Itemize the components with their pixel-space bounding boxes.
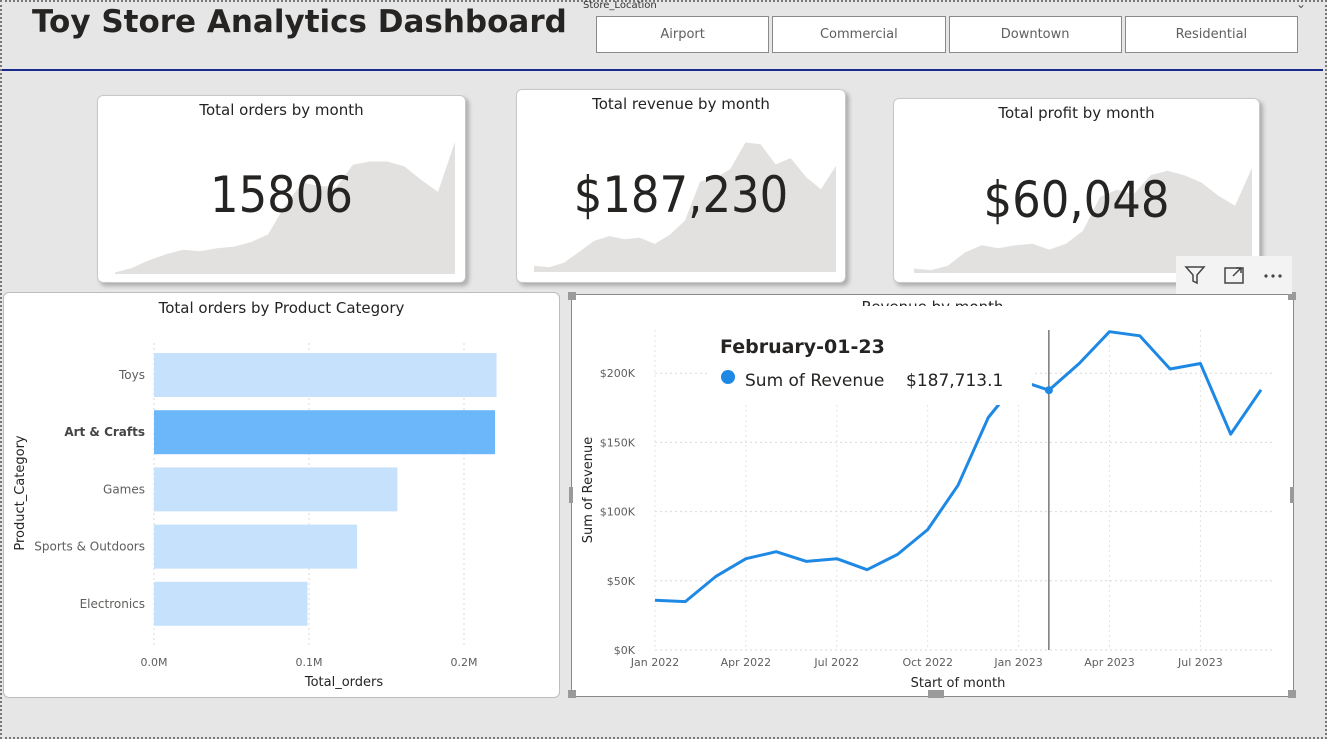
tooltip-value: $187,713.1 bbox=[906, 371, 1003, 391]
kpi-value: $187,230 bbox=[573, 166, 789, 224]
page-title: Toy Store Analytics Dashboard bbox=[32, 4, 567, 40]
y-tick-label: Electronics bbox=[80, 597, 145, 611]
line-chart: $0K$50K$100K$150K$200KJan 2022 Apr 2022 Ju… bbox=[581, 325, 1272, 691]
focus-mode-icon[interactable] bbox=[1215, 256, 1254, 294]
y-tick-label: $200K bbox=[600, 367, 636, 380]
y-tick-label: Art & Crafts bbox=[64, 425, 145, 439]
x-tick-label: Jul 2023 bbox=[1177, 656, 1223, 669]
title-divider bbox=[2, 69, 1323, 71]
y-tick-label: Toys bbox=[118, 368, 145, 382]
bar bbox=[154, 410, 495, 455]
data-point bbox=[1044, 386, 1053, 395]
chevron-down-icon[interactable]: ⌄ bbox=[1296, 0, 1306, 11]
x-tick-label: Apr 2022 bbox=[721, 656, 772, 669]
tooltip-series: Sum of Revenue bbox=[745, 371, 884, 391]
resize-handle[interactable] bbox=[569, 487, 573, 503]
x-tick-label: Oct 2022 bbox=[902, 656, 953, 669]
x-tick-label: Jan 2022 bbox=[630, 656, 679, 669]
bar-chart: 0.0M 0.1M 0.2M Toys Art & Crafts Games Sports … bbox=[13, 343, 497, 690]
filter-icon[interactable] bbox=[1176, 256, 1215, 294]
visual-header-toolbar bbox=[1176, 256, 1292, 294]
bar bbox=[154, 581, 308, 626]
y-tick-label: $100K bbox=[600, 506, 636, 519]
x-tick-label: Jul 2022 bbox=[813, 656, 859, 669]
tooltip-date: February-01-23 bbox=[720, 336, 885, 358]
y-tick-label: $50K bbox=[607, 575, 636, 588]
tooltip: February-01-23 Sum of Revenue $187,713.1 bbox=[710, 325, 1032, 405]
resize-handle[interactable] bbox=[1290, 487, 1294, 503]
bar bbox=[154, 467, 398, 512]
x-axis-label: Start of month bbox=[911, 676, 1006, 691]
y-axis-label: Sum of Revenue bbox=[581, 437, 596, 544]
resize-handle[interactable] bbox=[928, 690, 944, 698]
y-tick-label: Sports & Outdoors bbox=[34, 540, 145, 554]
kpi-card-revenue[interactable]: Total revenue by month $187,230 bbox=[516, 89, 846, 283]
x-tick-label: Apr 2023 bbox=[1084, 656, 1135, 669]
x-axis-label: Total_orders bbox=[304, 675, 384, 690]
kpi-title: Total orders by month bbox=[199, 101, 364, 119]
kpi-title: Total profit by month bbox=[998, 104, 1155, 122]
resize-handle[interactable] bbox=[568, 690, 576, 698]
slicer-option-downtown[interactable]: Downtown bbox=[948, 16, 1122, 53]
x-tick-label: Jan 2023 bbox=[993, 656, 1042, 669]
y-tick-label: Games bbox=[103, 482, 145, 496]
revenue-by-month-panel[interactable]: Revenue by month $0K$50K$100K$150K$200KJ… bbox=[571, 294, 1294, 697]
x-tick-label: 0.1M bbox=[296, 656, 323, 669]
y-tick-label: $150K bbox=[600, 436, 636, 449]
bar bbox=[154, 353, 497, 397]
resize-handle[interactable] bbox=[568, 292, 576, 300]
slicer-option-commercial[interactable]: Commercial bbox=[772, 16, 946, 53]
y-axis-label: Product_Category bbox=[13, 435, 28, 551]
bar bbox=[154, 524, 358, 569]
kpi-title: Total revenue by month bbox=[592, 95, 770, 113]
store-location-slicer: Airport Commercial Downtown Residential bbox=[596, 16, 1298, 53]
resize-handle[interactable] bbox=[1288, 690, 1296, 698]
kpi-card-orders[interactable]: Total orders by month 15806 bbox=[97, 95, 466, 283]
slicer-label: Store_Location bbox=[583, 0, 657, 11]
slicer-option-airport[interactable]: Airport bbox=[596, 16, 770, 53]
orders-by-category-panel[interactable]: Total orders by Product Category 0.0M 0.1… bbox=[3, 292, 560, 698]
x-tick-label: 0.2M bbox=[451, 656, 478, 669]
kpi-value: $60,048 bbox=[983, 171, 1170, 229]
kpi-value: 15806 bbox=[209, 166, 354, 224]
more-options-icon[interactable] bbox=[1253, 256, 1292, 294]
x-tick-label: 0.0M bbox=[141, 656, 168, 669]
tooltip-legend-dot bbox=[721, 370, 735, 384]
slicer-option-residential[interactable]: Residential bbox=[1124, 16, 1298, 53]
